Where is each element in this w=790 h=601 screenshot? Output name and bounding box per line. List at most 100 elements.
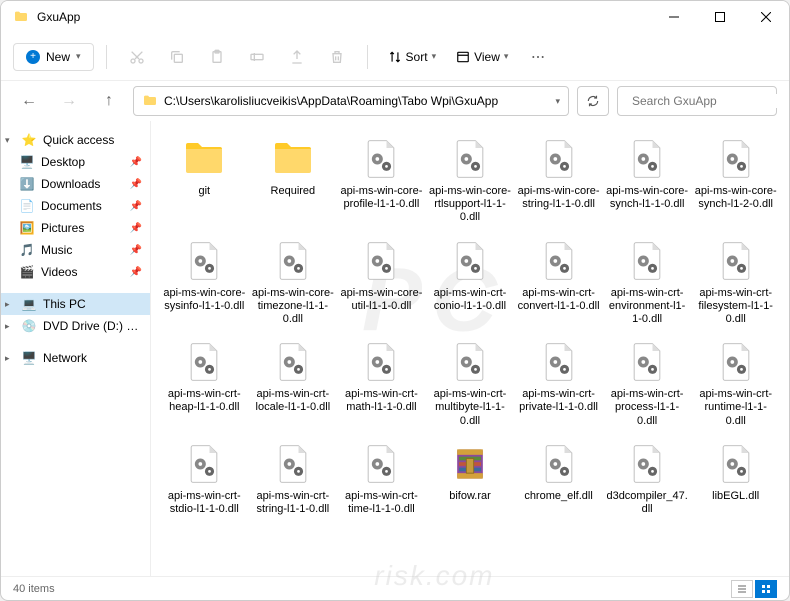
file-item[interactable]: api-ms-win-crt-locale-l1-1-0.dll — [250, 334, 337, 432]
file-item[interactable]: api-ms-win-core-rtlsupport-l1-1-0.dll — [427, 131, 514, 229]
folder-icon — [142, 93, 158, 109]
dll-icon — [712, 338, 760, 386]
sidebar-item-documents[interactable]: 📄Documents📌 — [1, 195, 150, 217]
file-item[interactable]: api-ms-win-crt-private-l1-1-0.dll — [515, 334, 602, 432]
file-name: api-ms-win-crt-time-l1-1-0.dll — [340, 490, 422, 516]
sort-label: Sort — [406, 50, 428, 64]
file-name: api-ms-win-crt-private-l1-1-0.dll — [518, 388, 600, 414]
file-item[interactable]: api-ms-win-core-string-l1-1-0.dll — [515, 131, 602, 229]
minimize-button[interactable] — [651, 1, 697, 33]
pin-icon: 📌 — [130, 245, 142, 256]
file-item[interactable]: bifow.rar — [427, 436, 514, 520]
dll-icon — [357, 135, 405, 183]
sidebar-item-desktop[interactable]: 🖥️Desktop📌 — [1, 151, 150, 173]
file-item[interactable]: api-ms-win-core-synch-l1-1-0.dll — [604, 131, 691, 229]
more-button[interactable] — [520, 39, 556, 75]
file-item[interactable]: api-ms-win-core-timezone-l1-1-0.dll — [250, 233, 337, 331]
sidebar-dvd-drive[interactable]: ▸ 💿 DVD Drive (D:) CCCC — [1, 315, 150, 337]
file-name: api-ms-win-core-string-l1-1-0.dll — [518, 185, 600, 211]
chevron-down-icon[interactable]: ▾ — [555, 96, 560, 107]
explorer-window: PC risk.com GxuApp + New ▾ Sort ▾ — [0, 0, 790, 601]
pin-icon: 📌 — [130, 157, 142, 168]
chevron-right-icon: ▸ — [5, 299, 15, 310]
file-item[interactable]: chrome_elf.dll — [515, 436, 602, 520]
file-name: api-ms-win-core-rtlsupport-l1-1-0.dll — [429, 185, 511, 225]
dll-icon — [269, 440, 317, 488]
file-name: api-ms-win-crt-math-l1-1-0.dll — [340, 388, 422, 414]
sidebar-this-pc[interactable]: ▸ 💻 This PC — [1, 293, 150, 315]
path-field[interactable] — [164, 94, 549, 108]
file-item[interactable]: Required — [250, 131, 337, 229]
pin-icon: 📌 — [130, 201, 142, 212]
back-button[interactable]: ← — [13, 85, 45, 117]
dll-icon — [357, 237, 405, 285]
dll-icon — [180, 237, 228, 285]
file-item[interactable]: libEGL.dll — [692, 436, 779, 520]
dll-icon — [535, 338, 583, 386]
new-button[interactable]: + New ▾ — [13, 43, 94, 71]
file-name: api-ms-win-core-synch-l1-1-0.dll — [606, 185, 688, 211]
file-item[interactable]: git — [161, 131, 248, 229]
sidebar-network[interactable]: ▸ 🖥️ Network — [1, 347, 150, 369]
icons-view-button[interactable] — [755, 580, 777, 598]
file-item[interactable]: api-ms-win-crt-environment-l1-1-0.dll — [604, 233, 691, 331]
file-item[interactable]: api-ms-win-crt-process-l1-1-0.dll — [604, 334, 691, 432]
rename-button[interactable] — [239, 39, 275, 75]
view-icon — [456, 50, 470, 64]
dll-icon — [712, 440, 760, 488]
file-item[interactable]: api-ms-win-crt-stdio-l1-1-0.dll — [161, 436, 248, 520]
dll-icon — [446, 338, 494, 386]
sort-dropdown[interactable]: Sort ▾ — [380, 44, 445, 70]
sidebar-item-pictures[interactable]: 🖼️Pictures📌 — [1, 217, 150, 239]
file-item[interactable]: api-ms-win-crt-string-l1-1-0.dll — [250, 436, 337, 520]
up-button[interactable]: ↑ — [93, 85, 125, 117]
file-item[interactable]: api-ms-win-crt-time-l1-1-0.dll — [338, 436, 425, 520]
file-name: api-ms-win-core-util-l1-1-0.dll — [340, 287, 422, 313]
music-icon: 🎵 — [19, 242, 35, 258]
chevron-down-icon: ▾ — [76, 51, 81, 62]
file-item[interactable]: api-ms-win-crt-multibyte-l1-1-0.dll — [427, 334, 514, 432]
details-view-button[interactable] — [731, 580, 753, 598]
sidebar-item-music[interactable]: 🎵Music📌 — [1, 239, 150, 261]
search-box[interactable] — [617, 86, 777, 116]
dll-icon — [535, 440, 583, 488]
separator — [367, 45, 368, 69]
forward-button[interactable]: → — [53, 85, 85, 117]
sidebar-quick-access[interactable]: ▾ ⭐ Quick access — [1, 129, 150, 151]
close-button[interactable] — [743, 1, 789, 33]
file-name: api-ms-win-crt-locale-l1-1-0.dll — [252, 388, 334, 414]
file-item[interactable]: api-ms-win-core-profile-l1-1-0.dll — [338, 131, 425, 229]
dll-icon — [712, 135, 760, 183]
paste-button[interactable] — [199, 39, 235, 75]
dll-icon — [180, 338, 228, 386]
chevron-right-icon: ▸ — [5, 353, 15, 364]
file-item[interactable]: api-ms-win-crt-heap-l1-1-0.dll — [161, 334, 248, 432]
copy-button[interactable] — [159, 39, 195, 75]
file-item[interactable]: api-ms-win-crt-conio-l1-1-0.dll — [427, 233, 514, 331]
file-item[interactable]: api-ms-win-core-sysinfo-l1-1-0.dll — [161, 233, 248, 331]
toolbar: + New ▾ Sort ▾ View ▾ — [1, 33, 789, 81]
search-input[interactable] — [632, 94, 787, 108]
delete-button[interactable] — [319, 39, 355, 75]
maximize-button[interactable] — [697, 1, 743, 33]
file-item[interactable]: api-ms-win-crt-math-l1-1-0.dll — [338, 334, 425, 432]
files-grid[interactable]: git Requiredapi-ms-win-core-profile-l1-1-… — [151, 121, 789, 576]
window-title: GxuApp — [37, 10, 651, 24]
refresh-button[interactable] — [577, 86, 609, 116]
file-item[interactable]: api-ms-win-crt-runtime-l1-1-0.dll — [692, 334, 779, 432]
file-item[interactable]: api-ms-win-crt-filesystem-l1-1-0.dll — [692, 233, 779, 331]
dll-icon — [712, 237, 760, 285]
folder-icon — [269, 135, 317, 183]
file-item[interactable]: api-ms-win-core-synch-l1-2-0.dll — [692, 131, 779, 229]
sidebar-item-downloads[interactable]: ⬇️Downloads📌 — [1, 173, 150, 195]
cut-button[interactable] — [119, 39, 155, 75]
sidebar-item-videos[interactable]: 🎬Videos📌 — [1, 261, 150, 283]
share-button[interactable] — [279, 39, 315, 75]
view-dropdown[interactable]: View ▾ — [448, 44, 516, 70]
file-item[interactable]: api-ms-win-crt-convert-l1-1-0.dll — [515, 233, 602, 331]
file-item[interactable]: api-ms-win-core-util-l1-1-0.dll — [338, 233, 425, 331]
file-name: git — [198, 185, 210, 198]
dll-icon — [535, 237, 583, 285]
file-item[interactable]: d3dcompiler_47.dll — [604, 436, 691, 520]
address-input[interactable]: ▾ — [133, 86, 569, 116]
